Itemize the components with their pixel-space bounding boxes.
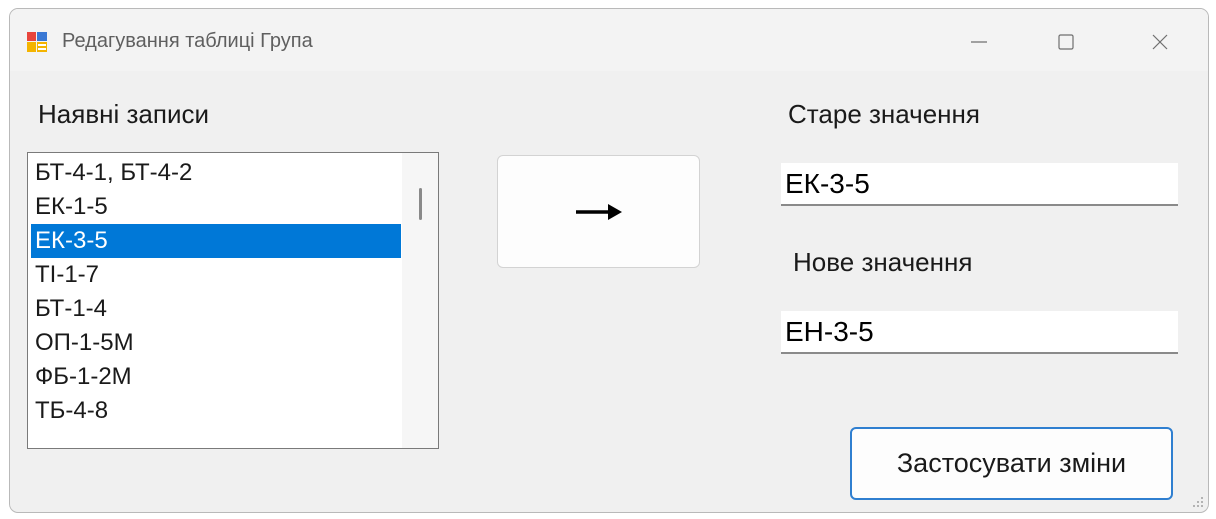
scrollbar-thumb[interactable] bbox=[419, 188, 422, 220]
list-item[interactable]: ФБ-1-2М bbox=[31, 360, 401, 394]
minimize-icon bbox=[971, 41, 987, 43]
arrow-right-icon bbox=[575, 203, 622, 220]
new-value-field[interactable]: ЕН-3-5 bbox=[781, 311, 1178, 354]
existing-records-label: Наявні записи bbox=[38, 99, 209, 129]
maximize-button[interactable] bbox=[1043, 23, 1089, 61]
maximize-icon bbox=[1058, 34, 1074, 50]
window-title: Редагування таблиці Група bbox=[62, 30, 313, 52]
title-bar[interactable]: Редагування таблиці Група bbox=[10, 9, 1208, 71]
list-item-selected[interactable]: ЕК-3-5 bbox=[31, 224, 401, 258]
records-listbox[interactable]: БТ-4-1, БТ-4-2 ЕК-1-5 ЕК-3-5 ТІ-1-7 БТ-1… bbox=[27, 152, 439, 449]
transfer-button[interactable] bbox=[497, 155, 700, 268]
old-value-label: Старе значення bbox=[788, 99, 980, 129]
list-item[interactable]: ЕК-1-5 bbox=[31, 190, 401, 224]
minimize-button[interactable] bbox=[956, 23, 1002, 61]
list-item[interactable]: ТБ-4-8 bbox=[31, 394, 401, 428]
old-value-field[interactable]: ЕК-3-5 bbox=[781, 163, 1178, 206]
app-form-icon bbox=[27, 32, 47, 52]
listbox-scrollbar[interactable] bbox=[402, 153, 438, 448]
new-value-label: Нове значення bbox=[793, 247, 973, 277]
apply-changes-button[interactable]: Застосувати зміни bbox=[850, 427, 1173, 500]
list-item[interactable]: БТ-4-1, БТ-4-2 bbox=[31, 156, 401, 190]
edit-group-dialog: Редагування таблиці Група Наявні записи … bbox=[9, 8, 1209, 513]
list-item[interactable]: ОП-1-5М bbox=[31, 326, 401, 360]
resize-grip-icon[interactable] bbox=[1192, 496, 1204, 508]
list-item[interactable]: ТІ-1-7 bbox=[31, 258, 401, 292]
close-button[interactable] bbox=[1137, 23, 1183, 61]
list-item[interactable]: БТ-1-4 bbox=[31, 292, 401, 326]
close-icon bbox=[1152, 34, 1168, 50]
